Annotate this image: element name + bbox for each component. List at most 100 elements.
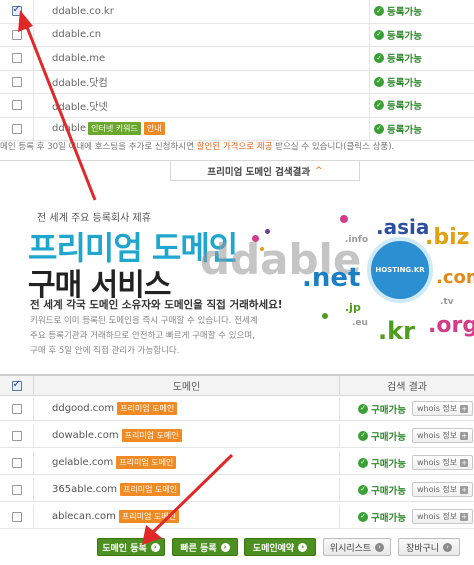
checkbox[interactable] bbox=[11, 100, 22, 111]
premium-table-header: 도메인 검색 결과 bbox=[0, 374, 474, 396]
chevron-up-icon: ^ bbox=[315, 165, 323, 176]
domain-name: gelable.com bbox=[52, 457, 114, 468]
status-text: 등록가능 bbox=[387, 30, 422, 42]
banner-description: 키워드로 이미 등록된 도메인을 즉시 구매할 수 있습니다. 전세계 주요 등… bbox=[30, 316, 258, 356]
table-row: ddable.닷컴 ✓ 등록가능 bbox=[0, 70, 474, 94]
domain-name: ddable.me bbox=[34, 47, 370, 70]
domain-name: ddable.닷넷 bbox=[34, 94, 370, 117]
status-text: 등록가능 bbox=[387, 77, 422, 89]
checkbox[interactable] bbox=[11, 29, 22, 40]
checkbox[interactable] bbox=[11, 76, 22, 87]
premium-tag: 프리미엄 도메인 bbox=[120, 483, 181, 496]
decor-dot bbox=[322, 313, 328, 319]
tld-net: .net bbox=[302, 263, 361, 293]
cart-button[interactable]: 장바구니 › bbox=[398, 538, 460, 556]
checkbox[interactable] bbox=[11, 511, 22, 522]
select-all-checkbox[interactable] bbox=[11, 379, 22, 391]
plus-icon: + bbox=[460, 458, 469, 467]
checkbox[interactable] bbox=[11, 123, 22, 134]
premium-tag: 프리미엄 도메인 bbox=[116, 456, 177, 469]
tld-tv: .tv bbox=[440, 297, 454, 307]
status-text: 등록가능 bbox=[387, 124, 422, 136]
tld-kr: .kr bbox=[378, 317, 415, 345]
tld-com: .com bbox=[436, 267, 474, 288]
status-text: 구매가능 bbox=[371, 404, 406, 416]
tld-org: .org bbox=[428, 313, 474, 338]
check-icon: ✓ bbox=[374, 123, 384, 134]
check-icon: ✓ bbox=[358, 484, 368, 495]
plus-icon: + bbox=[460, 485, 469, 494]
banner-subtitle: 전 세계 주요 등록회사 제휴 bbox=[37, 213, 151, 224]
decor-dot bbox=[252, 235, 259, 242]
tld-asia: .asia bbox=[376, 215, 430, 239]
globe-text: HOSTING.KR bbox=[375, 266, 425, 274]
checkbox[interactable] bbox=[11, 484, 22, 495]
status-text: 구매가능 bbox=[371, 485, 406, 497]
domain-name: ddable bbox=[52, 123, 87, 135]
plus-icon: + bbox=[460, 431, 469, 440]
arrow-right-icon: › bbox=[375, 542, 385, 552]
reserve-button[interactable]: 도메인예약 › bbox=[244, 538, 316, 556]
whois-button[interactable]: whois 정보 + bbox=[411, 482, 474, 497]
decor-dot bbox=[340, 215, 348, 223]
table-row: ddable.cn ✓ 등록가능 bbox=[0, 23, 474, 47]
check-icon: ✓ bbox=[358, 403, 368, 414]
notice-highlight: 할인된 가격으로 제공 bbox=[196, 142, 273, 152]
tld-biz: .biz bbox=[425, 225, 470, 250]
check-icon: ✓ bbox=[374, 29, 384, 40]
table-row: ddable 인터넷 키워드 안내 ✓ 등록가능 bbox=[0, 117, 474, 141]
table-row: ddable.co.kr ✓등록가능 bbox=[0, 0, 474, 24]
domain-results-table: ddable.co.kr ✓등록가능 ddable.cn ✓등록가능 ddabl… bbox=[0, 0, 474, 141]
premium-tag: 프리미엄 도메인 bbox=[121, 429, 182, 442]
column-header-domain: 도메인 bbox=[34, 376, 340, 395]
whois-button[interactable]: whois 정보 + bbox=[411, 428, 474, 443]
table-row: ddgood.com 프리미엄 도메인 ✓ 구매가능 whois 정보 + bbox=[0, 397, 474, 421]
premium-banner: 전 세계 주요 등록회사 제휴 프리미엄 도메인 구매 서비스 ddable 전… bbox=[0, 185, 474, 365]
tld-jp: .jp bbox=[345, 301, 361, 314]
arrow-right-icon: › bbox=[150, 542, 160, 552]
fast-register-button[interactable]: 빠른 등록 › bbox=[172, 538, 238, 556]
checkbox[interactable] bbox=[11, 457, 22, 468]
action-bar: 도메인 등록 › 빠른 등록 › 도메인예약 › 위시리스트 › 장바구니 › bbox=[0, 538, 474, 558]
whois-button[interactable]: whois 정보 + bbox=[411, 509, 474, 524]
status-text: 등록가능 bbox=[387, 54, 422, 66]
checkbox[interactable] bbox=[11, 430, 22, 441]
globe-logo: HOSTING.KR bbox=[367, 237, 433, 303]
keyword-tag[interactable]: 인터넷 키워드 bbox=[88, 122, 141, 136]
wishlist-button[interactable]: 위시리스트 › bbox=[323, 538, 391, 556]
checkbox[interactable] bbox=[11, 403, 22, 414]
domain-name: ddable.co.kr bbox=[34, 0, 370, 23]
tld-info: .info bbox=[345, 235, 369, 245]
premium-tag: 프리미엄 도메인 bbox=[118, 510, 179, 523]
check-icon: ✓ bbox=[374, 100, 384, 111]
info-tag[interactable]: 안내 bbox=[143, 122, 165, 136]
domain-name: ddgood.com bbox=[52, 403, 115, 414]
check-icon: ✓ bbox=[358, 457, 368, 468]
status-text: 등록가능 bbox=[387, 7, 422, 19]
premium-results-tab[interactable]: 프리미엄 도메인 검색결과 ^ bbox=[170, 161, 360, 181]
check-icon: ✓ bbox=[374, 76, 384, 87]
table-row: 365able.com 프리미엄 도메인 ✓ 구매가능 whois 정보 + bbox=[0, 478, 474, 502]
table-row: ablecan.com 프리미엄 도메인 ✓ 구매가능 whois 정보 + bbox=[0, 505, 474, 529]
arrow-right-icon: › bbox=[220, 542, 230, 552]
check-icon: ✓ bbox=[374, 53, 384, 64]
decor-dot bbox=[265, 229, 270, 234]
checkbox[interactable] bbox=[11, 53, 22, 64]
table-row: dowable.com 프리미엄 도메인 ✓ 구매가능 whois 정보 + bbox=[0, 424, 474, 448]
check-icon: ✓ bbox=[374, 6, 384, 17]
register-button[interactable]: 도메인 등록 › bbox=[97, 538, 165, 556]
decor-dot bbox=[260, 247, 264, 251]
check-icon: ✓ bbox=[358, 430, 368, 441]
domain-name: 365able.com bbox=[52, 484, 118, 495]
status-text: 등록가능 bbox=[387, 101, 422, 113]
status-text: 구매가능 bbox=[371, 431, 406, 443]
domain-name: dowable.com bbox=[52, 430, 119, 441]
arrow-right-icon: › bbox=[298, 542, 308, 552]
arrow-right-icon: › bbox=[443, 542, 453, 552]
column-header-result: 검색 결과 bbox=[387, 382, 427, 393]
whois-button[interactable]: whois 정보 + bbox=[411, 455, 474, 470]
tld-eu: .eu bbox=[352, 318, 368, 328]
domain-name: ablecan.com bbox=[52, 511, 116, 522]
whois-button[interactable]: whois 정보 + bbox=[411, 401, 474, 416]
checkbox[interactable] bbox=[11, 4, 22, 17]
